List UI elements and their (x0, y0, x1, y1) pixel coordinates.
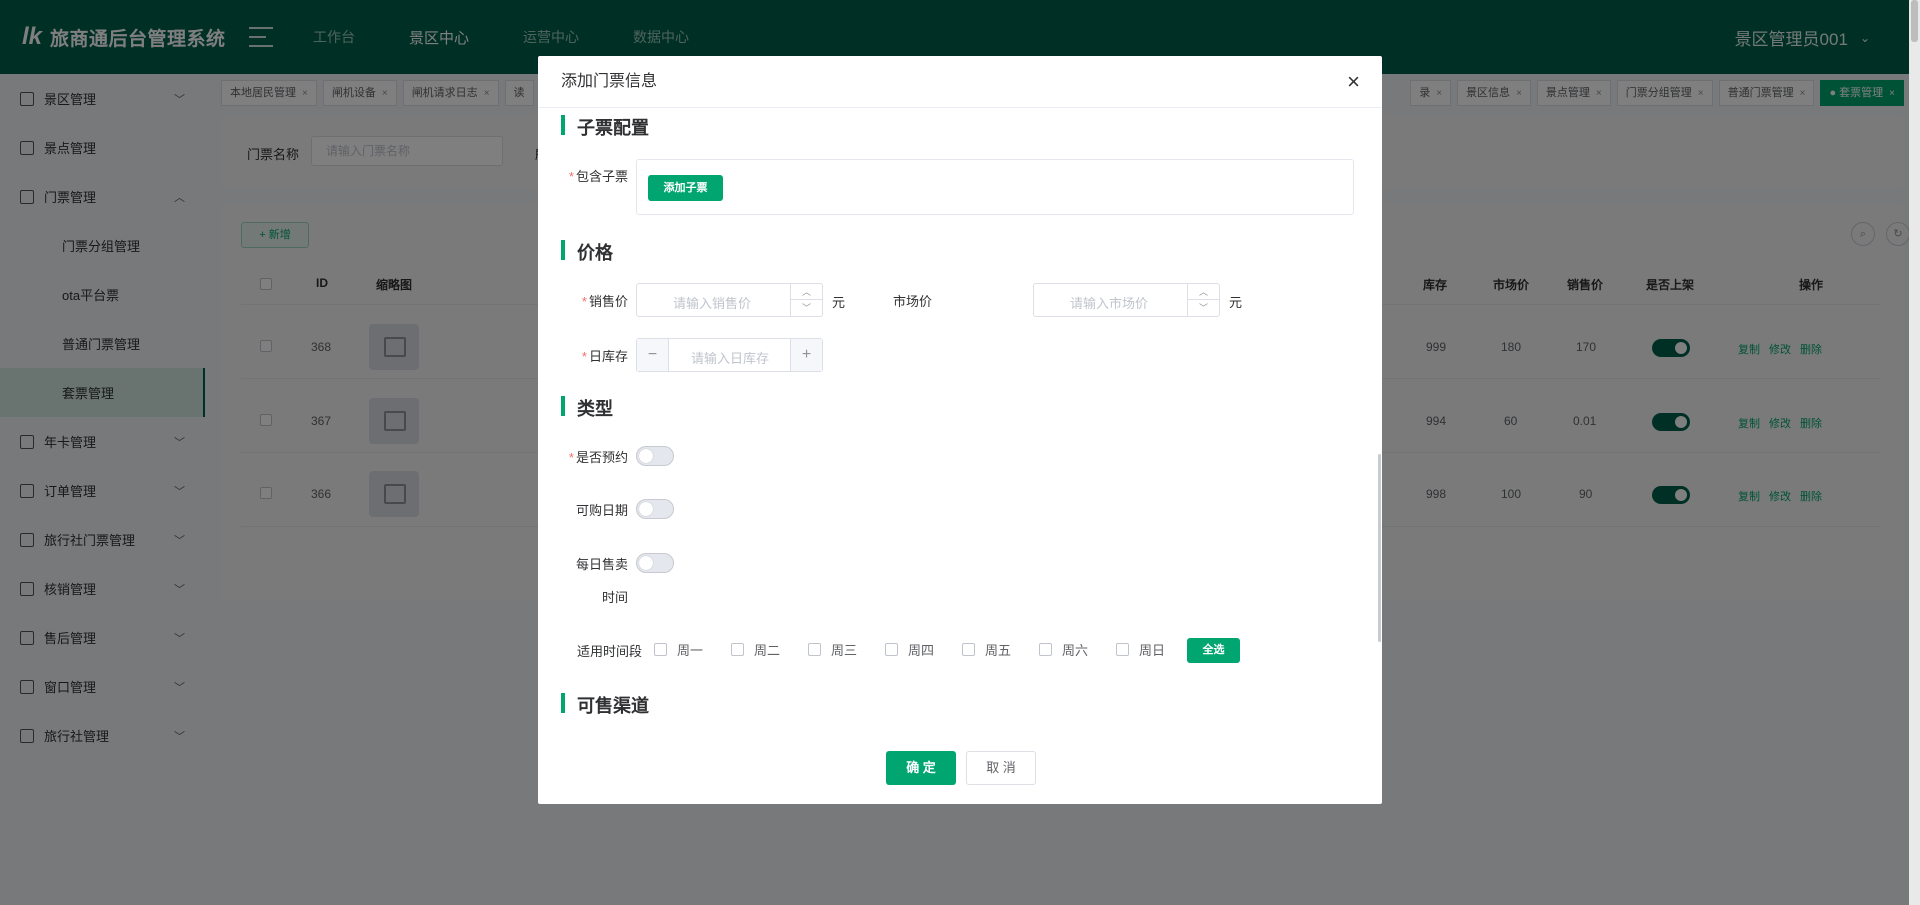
close-icon[interactable]: × (1347, 56, 1360, 108)
period-label: 适用时间段 (576, 644, 642, 659)
sale-price-spinner[interactable]: ︿ ﹀ (790, 284, 822, 316)
buy-date-toggle[interactable] (636, 499, 674, 519)
page-scrollbar[interactable] (1909, 0, 1920, 905)
day-label: 周日 (1139, 643, 1166, 658)
checkbox[interactable] (1039, 643, 1052, 656)
checkbox[interactable] (962, 643, 975, 656)
sale-price-unit: 元 (832, 295, 846, 310)
checkbox[interactable] (654, 643, 667, 656)
day-label: 周五 (985, 643, 1012, 658)
day-saturday[interactable]: 周六 (1039, 640, 1088, 659)
cancel-button[interactable]: 取 消 (966, 751, 1036, 785)
confirm-button[interactable]: 确 定 (886, 751, 956, 785)
sub-ticket-label: * 包含子票 (568, 169, 628, 184)
market-price-unit: 元 (1229, 295, 1243, 310)
plus-icon[interactable]: + (790, 339, 822, 371)
chevron-down-icon[interactable]: ﹀ (1188, 300, 1219, 316)
day-wednesday[interactable]: 周三 (808, 640, 857, 659)
checkbox[interactable] (1116, 643, 1129, 656)
day-friday[interactable]: 周五 (962, 640, 1011, 659)
daily-sale-time-label: 每日售卖 (575, 557, 628, 572)
day-label: 周四 (908, 643, 935, 658)
chevron-down-icon[interactable]: ﹀ (791, 300, 822, 316)
day-label: 周一 (677, 643, 704, 658)
market-price-spinner[interactable]: ︿ ﹀ (1187, 284, 1219, 316)
buy-date-label: 可购日期 (575, 503, 628, 518)
section-price: 价格 (561, 239, 613, 265)
chevron-up-icon[interactable]: ︿ (791, 284, 822, 300)
market-price-label: 市场价 (892, 294, 932, 309)
sale-price-placeholder: 请输入销售价 (673, 296, 752, 311)
reserve-toggle[interactable] (636, 446, 674, 466)
daily-stock-stepper[interactable]: − 请输入日库存 + (636, 338, 823, 372)
dialog-title: 添加门票信息 (561, 73, 658, 90)
dialog-scrollbar[interactable] (1378, 108, 1382, 798)
sale-price-input[interactable]: 请输入销售价 ︿ ﹀ (636, 283, 823, 317)
sale-price-label: * 销售价 (581, 294, 628, 309)
day-sunday[interactable]: 周日 (1116, 640, 1165, 659)
checkbox[interactable] (808, 643, 821, 656)
day-tuesday[interactable]: 周二 (731, 640, 780, 659)
add-sub-ticket-button[interactable]: 添加子票 (648, 175, 723, 201)
checkbox[interactable] (885, 643, 898, 656)
add-ticket-dialog: 添加门票信息 × 子票配置 * 包含子票 添加子票 价格 * 销售价 请输入销售价 … (538, 56, 1382, 804)
market-price-placeholder: 请输入市场价 (1070, 296, 1149, 311)
day-label: 周三 (831, 643, 858, 658)
daily-stock-placeholder: 请输入日库存 (691, 351, 770, 366)
daily-stock-label: * 日库存 (581, 349, 628, 364)
chevron-up-icon[interactable]: ︿ (1188, 284, 1219, 300)
day-monday[interactable]: 周一 (654, 640, 703, 659)
day-label: 周六 (1062, 643, 1089, 658)
market-price-input[interactable]: 请输入市场价 ︿ ﹀ (1033, 283, 1220, 317)
checkbox[interactable] (731, 643, 744, 656)
minus-icon[interactable]: − (637, 339, 669, 371)
day-thursday[interactable]: 周四 (885, 640, 934, 659)
daily-sale-time-label-2: 时间 (601, 590, 628, 605)
section-sub-ticket: 子票配置 (561, 114, 649, 140)
section-type: 类型 (561, 395, 613, 421)
sub-ticket-box: 添加子票 (636, 159, 1354, 215)
day-label: 周二 (754, 643, 781, 658)
reserve-label: * 是否预约 (568, 450, 628, 465)
daily-sale-time-toggle[interactable] (636, 553, 674, 573)
section-channel: 可售渠道 (561, 692, 649, 718)
select-all-button[interactable]: 全选 (1187, 638, 1240, 663)
dialog-header: 添加门票信息 × (538, 56, 1382, 108)
